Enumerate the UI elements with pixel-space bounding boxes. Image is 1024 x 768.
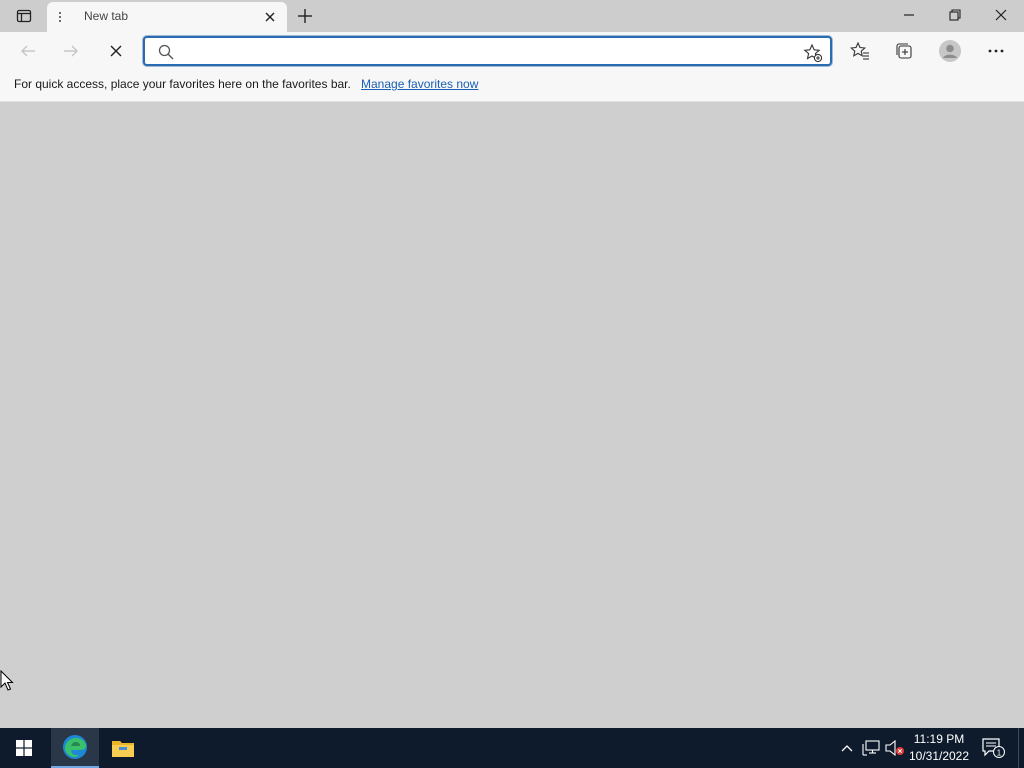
forward-button[interactable]: [57, 37, 85, 65]
arrow-left-icon: [21, 45, 35, 57]
browser-toolbar: [0, 32, 1024, 70]
close-tab-button[interactable]: [261, 8, 279, 26]
profile-button[interactable]: [936, 37, 964, 65]
restore-icon: [949, 9, 961, 21]
tab-actions-icon: [16, 9, 32, 23]
tab-strip: New tab: [0, 0, 1024, 32]
loading-dots-icon: [57, 9, 63, 25]
clock-time: 11:19 PM: [913, 732, 965, 746]
stop-loading-button[interactable]: [102, 37, 130, 65]
new-tab-button[interactable]: [294, 5, 316, 27]
taskbar-clock[interactable]: 11:19 PM 10/31/2022: [906, 731, 972, 765]
close-icon: [110, 45, 122, 57]
file-explorer-icon: [112, 741, 134, 757]
restore-button[interactable]: [932, 0, 978, 30]
favorites-bar-message: For quick access, place your favorites h…: [14, 77, 351, 91]
minimize-button[interactable]: [886, 0, 932, 30]
more-icon: [988, 49, 1004, 53]
add-favorite-button[interactable]: [802, 42, 824, 64]
favorites-icon: [850, 41, 869, 60]
chevron-up-icon: [841, 745, 853, 752]
taskbar: 11:19 PM 10/31/2022 1: [0, 728, 1024, 768]
arrow-right-icon: [64, 45, 78, 57]
tab-title: New tab: [84, 9, 129, 23]
show-hidden-icons-button[interactable]: [837, 738, 857, 758]
taskbar-edge-button[interactable]: [51, 728, 99, 768]
favorites-button[interactable]: [846, 37, 874, 65]
star-add-icon: [803, 43, 823, 63]
show-desktop-button[interactable]: [1018, 728, 1024, 768]
back-button[interactable]: [14, 37, 42, 65]
network-icon: [862, 740, 880, 756]
minimize-icon: [904, 14, 914, 16]
settings-more-button[interactable]: [982, 37, 1010, 65]
tab-actions-button[interactable]: [10, 6, 38, 26]
edge-icon: [63, 735, 87, 759]
windows-logo-icon: [16, 740, 32, 756]
close-icon: [265, 12, 275, 22]
start-button[interactable]: [0, 728, 48, 768]
close-icon: [995, 9, 1007, 21]
avatar-icon: [939, 40, 961, 62]
search-icon: [157, 43, 175, 61]
plus-icon: [298, 9, 312, 23]
clock-date: 10/31/2022: [908, 749, 970, 763]
volume-muted-icon: [885, 740, 904, 756]
favorites-bar: For quick access, place your favorites h…: [0, 70, 1024, 102]
tab-new-tab[interactable]: New tab: [47, 2, 287, 32]
manage-favorites-link[interactable]: Manage favorites now: [361, 77, 478, 91]
mouse-cursor-icon: [0, 670, 14, 691]
page-content[interactable]: [0, 102, 1024, 728]
collections-icon: [896, 43, 912, 59]
notification-icon: 1: [982, 738, 1005, 758]
close-window-button[interactable]: [978, 0, 1024, 30]
action-center-button[interactable]: 1: [980, 736, 1006, 760]
volume-tray-button[interactable]: [885, 738, 905, 758]
address-bar[interactable]: [143, 36, 832, 66]
address-input[interactable]: [183, 41, 783, 63]
notification-count: 1: [997, 748, 1002, 757]
taskbar-file-explorer-button[interactable]: [99, 728, 147, 768]
collections-button[interactable]: [890, 37, 918, 65]
network-tray-button[interactable]: [861, 738, 881, 758]
